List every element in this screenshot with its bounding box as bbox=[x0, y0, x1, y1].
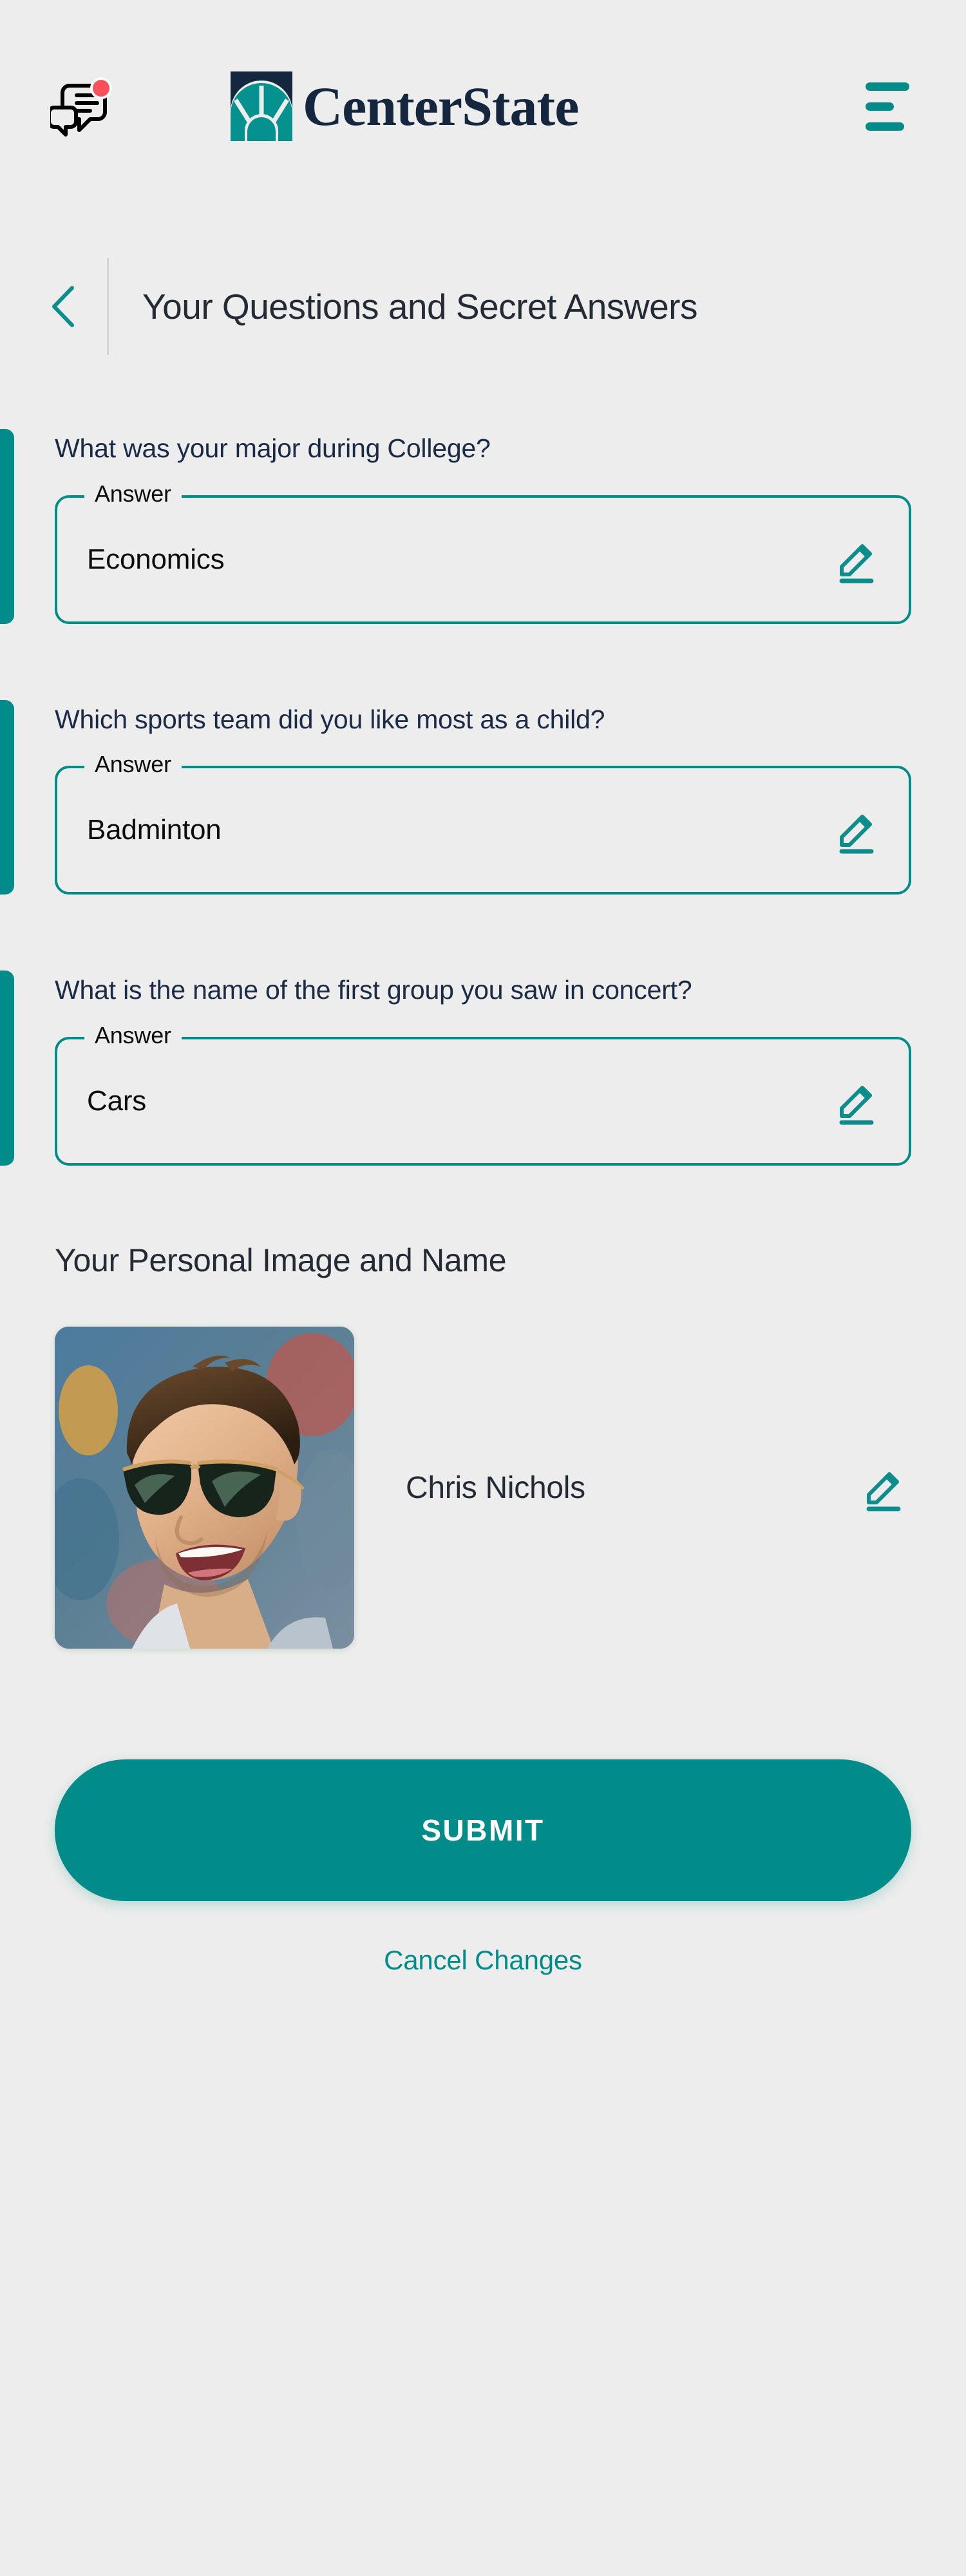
page-title: Your Questions and Secret Answers bbox=[142, 287, 697, 327]
brand-name: CenterState bbox=[303, 75, 579, 137]
answer-field[interactable]: Answer Economics bbox=[55, 482, 911, 624]
question-text: Which sports team did you like most as a… bbox=[55, 704, 605, 734]
edit-profile-button[interactable] bbox=[856, 1460, 911, 1515]
answer-field[interactable]: Answer Cars bbox=[55, 1024, 911, 1166]
profile-name: Chris Nichols bbox=[406, 1470, 585, 1505]
personal-section: Your Personal Image and Name Chris Nicho… bbox=[0, 1242, 966, 1649]
hamburger-bar-1 bbox=[866, 82, 909, 91]
pencil-edit-icon bbox=[839, 544, 874, 583]
answer-label: Answer bbox=[84, 1024, 182, 1048]
title-divider bbox=[107, 258, 109, 355]
profile-row: Chris Nichols bbox=[55, 1327, 911, 1649]
app-header: CenterState bbox=[0, 0, 966, 213]
messages-icon[interactable] bbox=[50, 74, 121, 138]
edit-answer-button[interactable] bbox=[829, 802, 884, 858]
question-block: Which sports team did you like most as a… bbox=[0, 699, 966, 895]
hamburger-bar-2 bbox=[866, 102, 894, 111]
hamburger-menu-icon[interactable] bbox=[866, 82, 913, 131]
answer-field[interactable]: Answer Badminton bbox=[55, 753, 911, 895]
avatar[interactable] bbox=[55, 1327, 354, 1649]
answer-value: Cars bbox=[87, 1085, 147, 1117]
question-block: What is the name of the first group you … bbox=[0, 971, 966, 1166]
back-button[interactable] bbox=[40, 283, 88, 330]
question-text: What was your major during College? bbox=[55, 433, 491, 463]
question-text: What is the name of the first group you … bbox=[55, 975, 692, 1005]
question-accent-bar bbox=[0, 699, 14, 895]
brand-logo[interactable]: CenterState bbox=[229, 71, 579, 141]
chevron-left-icon bbox=[52, 286, 74, 327]
pencil-edit-icon bbox=[839, 1086, 874, 1125]
edit-answer-button[interactable] bbox=[829, 1074, 884, 1129]
pencil-edit-icon bbox=[839, 815, 874, 854]
question-accent-bar bbox=[0, 429, 14, 624]
user-profile-photo bbox=[55, 1327, 354, 1649]
section-heading: Your Personal Image and Name bbox=[55, 1242, 507, 1279]
hamburger-bar-3 bbox=[866, 122, 904, 131]
centerstate-arch-logo-icon bbox=[229, 71, 294, 141]
question-block: What was your major during College? Answ… bbox=[0, 429, 966, 624]
submit-button[interactable]: SUBMIT bbox=[55, 1759, 911, 1902]
answer-value: Economics bbox=[87, 543, 225, 575]
edit-answer-button[interactable] bbox=[829, 532, 884, 587]
answer-label: Answer bbox=[84, 753, 182, 777]
cancel-changes-link[interactable]: Cancel Changes bbox=[55, 1945, 911, 1976]
answer-value: Badminton bbox=[87, 814, 222, 846]
page-title-bar: Your Questions and Secret Answers bbox=[0, 255, 966, 358]
answer-label: Answer bbox=[84, 482, 182, 506]
pencil-edit-icon bbox=[866, 1472, 901, 1511]
questions-list: What was your major during College? Answ… bbox=[0, 429, 966, 1166]
form-actions: SUBMIT Cancel Changes bbox=[0, 1759, 966, 1976]
question-accent-bar bbox=[0, 971, 14, 1166]
